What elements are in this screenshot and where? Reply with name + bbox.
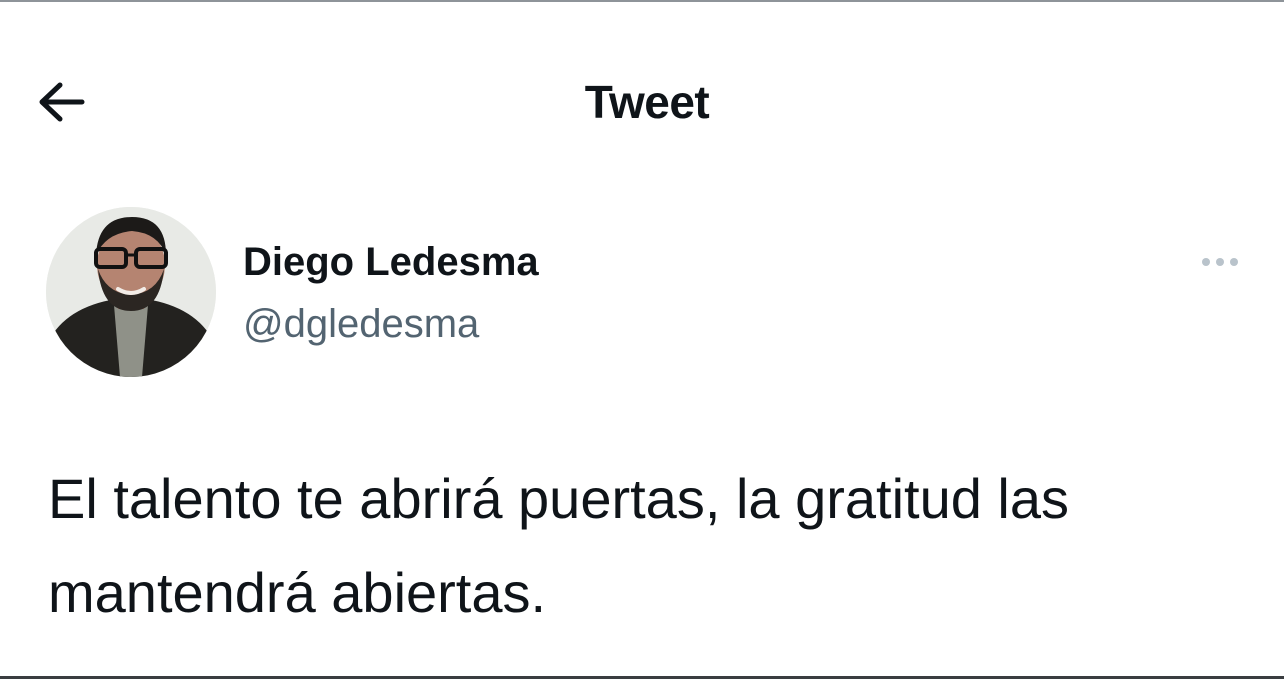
top-divider bbox=[0, 0, 1284, 2]
more-horizontal-icon bbox=[1216, 258, 1224, 266]
avatar[interactable] bbox=[46, 207, 216, 377]
page-title: Tweet bbox=[584, 76, 710, 128]
more-horizontal-icon bbox=[1230, 258, 1238, 266]
author-handle[interactable]: @dgledesma bbox=[243, 298, 479, 350]
profile-photo bbox=[46, 207, 216, 377]
author-display-name[interactable]: Diego Ledesma bbox=[243, 236, 539, 288]
tweet-text: El talento te abrirá puertas, la gratitu… bbox=[48, 467, 1070, 624]
more-options-button[interactable] bbox=[1190, 244, 1250, 280]
more-horizontal-icon bbox=[1202, 258, 1210, 266]
